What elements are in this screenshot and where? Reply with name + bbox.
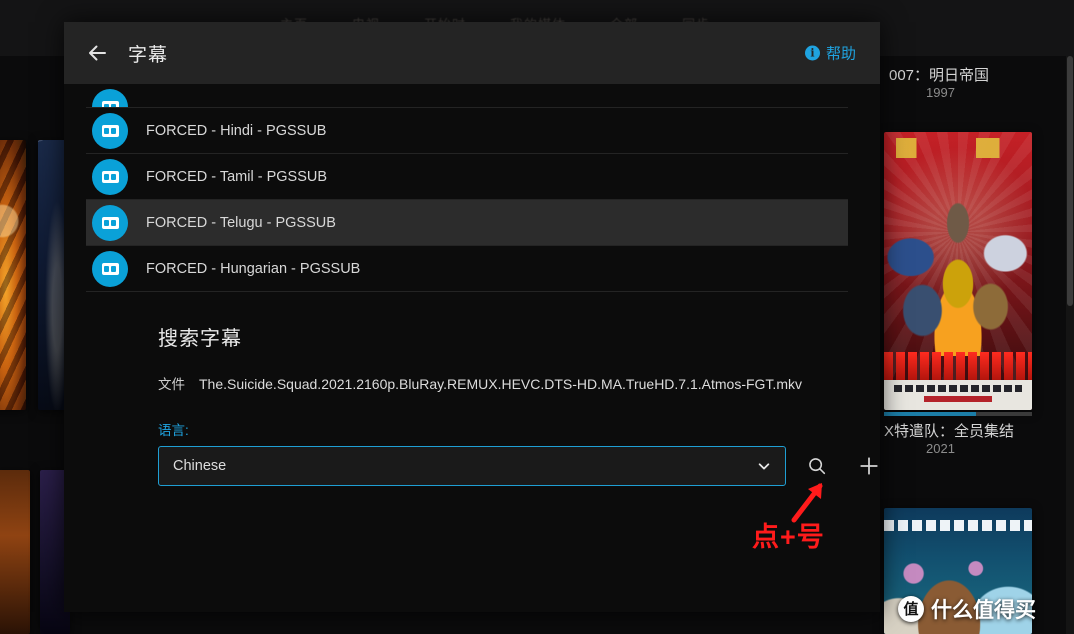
cc-icon bbox=[92, 158, 128, 195]
watermark-logo: 值 bbox=[898, 596, 924, 622]
subtitle-track-list[interactable]: FORCED - Hindi - PGSSUB FORCED - Tamil -… bbox=[64, 84, 880, 292]
card-title: X特遣队：全员集结 bbox=[884, 423, 1015, 440]
plus-icon[interactable] bbox=[858, 455, 880, 477]
card-year: 1997 bbox=[926, 85, 955, 100]
card-year: 2021 bbox=[926, 441, 955, 456]
file-row: 文件 The.Suicide.Squad.2021.2160p.BluRay.R… bbox=[158, 373, 880, 393]
cc-icon bbox=[92, 89, 128, 107]
scrollbar-thumb[interactable] bbox=[1067, 56, 1073, 306]
poster-art bbox=[884, 166, 1032, 356]
page-scrollbar[interactable] bbox=[1066, 56, 1074, 634]
poster-thumbnail[interactable] bbox=[0, 140, 26, 410]
dialog-header: 字幕 i 帮助 bbox=[64, 22, 880, 84]
language-label: 语言: bbox=[158, 423, 189, 438]
list-item-label: FORCED - Tamil - PGSSUB bbox=[146, 168, 328, 185]
list-item-label: FORCED - Hindi - PGSSUB bbox=[146, 122, 327, 139]
poster-art bbox=[884, 352, 1032, 380]
watch-progress-bar bbox=[884, 412, 1032, 416]
watermark: 值 什么值得买 bbox=[898, 594, 1036, 624]
search-icon[interactable] bbox=[806, 455, 828, 477]
language-selected-value: Chinese bbox=[173, 458, 227, 474]
list-item[interactable]: FORCED - Hungarian - PGSSUB bbox=[86, 246, 848, 292]
poster-thumbnail[interactable] bbox=[0, 470, 30, 634]
cc-icon bbox=[92, 250, 128, 287]
list-item-label: FORCED - Telugu - PGSSUB bbox=[146, 214, 336, 231]
watermark-text: 什么值得买 bbox=[931, 599, 1036, 622]
annotation-text: 点+号 bbox=[752, 522, 825, 552]
back-arrow-icon[interactable] bbox=[84, 40, 110, 66]
chevron-down-icon bbox=[757, 459, 771, 473]
poster-art bbox=[884, 520, 1032, 531]
info-icon: i bbox=[804, 45, 820, 61]
list-item-label: FORCED - Hungarian - PGSSUB bbox=[146, 260, 361, 277]
list-item[interactable]: FORCED - Hindi - PGSSUB bbox=[86, 108, 848, 154]
poster-thumbnail[interactable] bbox=[884, 132, 1032, 410]
file-label: 文件 bbox=[158, 377, 185, 392]
cc-icon bbox=[92, 204, 128, 241]
cc-icon bbox=[92, 112, 128, 149]
section-heading: 搜索字幕 bbox=[158, 328, 242, 350]
file-name: The.Suicide.Squad.2021.2160p.BluRay.REMU… bbox=[199, 376, 802, 392]
language-select[interactable]: Chinese bbox=[158, 446, 786, 486]
search-subtitles-section: 搜索字幕 文件 The.Suicide.Squad.2021.2160p.Blu… bbox=[64, 322, 880, 486]
list-item[interactable] bbox=[86, 84, 848, 108]
language-row: Chinese bbox=[158, 446, 880, 486]
help-label: 帮助 bbox=[825, 45, 856, 63]
poster-art bbox=[884, 138, 1032, 158]
list-item[interactable]: FORCED - Telugu - PGSSUB bbox=[86, 200, 848, 246]
poster-art bbox=[884, 380, 1032, 410]
page-title: 字幕 bbox=[128, 44, 169, 66]
card-title: 007：明日帝国 bbox=[889, 67, 990, 84]
list-item[interactable]: FORCED - Tamil - PGSSUB bbox=[86, 154, 848, 200]
help-button[interactable]: i 帮助 bbox=[804, 43, 856, 64]
